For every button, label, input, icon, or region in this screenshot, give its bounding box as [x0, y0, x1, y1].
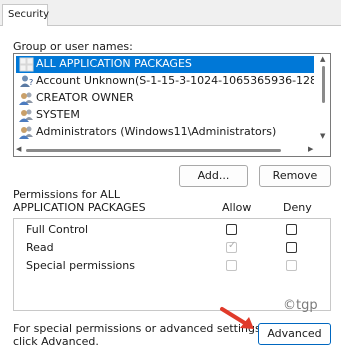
- security-properties-page: Security Group or user names: ALL APPLIC…: [0, 0, 341, 355]
- permissions-heading-line2: APPLICATION PACKAGES: [13, 201, 146, 214]
- horizontal-scroll-thumb[interactable]: [26, 149, 281, 152]
- deny-column-header: Deny: [283, 201, 312, 214]
- allow-column-header: Allow: [222, 201, 252, 214]
- list-item[interactable]: ? Account Unknown(S-1-15-3-1024-10653659…: [16, 73, 314, 90]
- watermark: ©tgp: [283, 298, 318, 313]
- vertical-scrollbar[interactable]: ▲ ▼: [318, 54, 330, 156]
- advanced-hint-line2: click Advanced.: [13, 335, 99, 348]
- checkmark-icon: ✓: [228, 240, 237, 251]
- users-icon: [19, 92, 33, 105]
- list-item[interactable]: ALL APPLICATION PACKAGES: [16, 56, 314, 73]
- users-icon: [19, 126, 33, 139]
- scroll-down-icon[interactable]: ▼: [320, 132, 325, 140]
- special-allow-checkbox: [226, 260, 237, 271]
- scroll-up-icon[interactable]: ▲: [320, 55, 325, 63]
- list-item-label: SYSTEM: [36, 108, 80, 121]
- app-packages-icon: [19, 57, 34, 72]
- read-deny-checkbox[interactable]: [286, 242, 297, 253]
- list-item[interactable]: Administrators (Windows11\Administrators…: [16, 124, 314, 141]
- group-user-list[interactable]: ALL APPLICATION PACKAGES ? Account Unkno…: [13, 53, 331, 157]
- horizontal-scrollbar[interactable]: ◀ ▶: [14, 145, 318, 156]
- tab-security[interactable]: Security: [2, 4, 50, 26]
- permissions-heading-line1: Permissions for ALL: [13, 188, 120, 201]
- full-control-deny-checkbox[interactable]: [286, 224, 297, 235]
- full-control-allow-checkbox[interactable]: [226, 224, 237, 235]
- read-allow-checkbox: ✓: [226, 240, 237, 253]
- tab-security-label: Security: [8, 9, 50, 20]
- permission-label-special: Special permissions: [26, 259, 135, 272]
- permission-label-full-control: Full Control: [26, 223, 89, 236]
- pointer-arrow-icon: [220, 307, 254, 329]
- vertical-scroll-thumb[interactable]: [322, 66, 325, 103]
- permission-label-read: Read: [26, 241, 54, 254]
- unknown-user-icon: ?: [20, 75, 33, 87]
- list-item-label: Administrators (Windows11\Administrators…: [36, 125, 277, 138]
- list-item-label: ALL APPLICATION PACKAGES: [36, 57, 192, 70]
- advanced-button[interactable]: Advanced: [258, 323, 331, 345]
- list-item-label: CREATOR OWNER: [36, 91, 134, 104]
- remove-button[interactable]: Remove: [259, 165, 331, 187]
- list-item[interactable]: SYSTEM: [16, 107, 314, 124]
- group-list-heading: Group or user names:: [13, 40, 133, 53]
- add-button[interactable]: Add...: [179, 165, 248, 187]
- list-item[interactable]: CREATOR OWNER: [16, 90, 314, 107]
- special-deny-checkbox: [286, 260, 297, 271]
- scroll-right-icon[interactable]: ▶: [308, 145, 313, 153]
- list-item-label: Account Unknown(S-1-15-3-1024-1065365936…: [36, 74, 314, 87]
- users-icon: [19, 109, 33, 122]
- svg-text:?: ?: [29, 78, 33, 87]
- scroll-left-icon[interactable]: ◀: [16, 145, 21, 153]
